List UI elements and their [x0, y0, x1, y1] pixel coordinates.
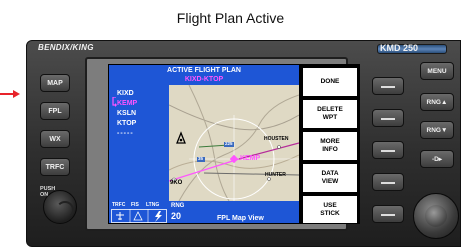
range-value: 20	[171, 211, 182, 221]
fis-status-label: FIS	[131, 202, 139, 208]
map-highway-shield: 225	[225, 141, 233, 146]
fpl-button[interactable]: FPL	[40, 102, 70, 120]
range-up-button[interactable]: RNG▲	[420, 93, 454, 111]
direct-to-button[interactable]: -D▸	[420, 150, 454, 168]
brand-logo: BENDIX/KING	[38, 43, 94, 52]
done-softkey[interactable]: DONE	[303, 68, 357, 96]
softkey-label: INFO	[322, 146, 338, 153]
softkey-label: MORE	[320, 138, 340, 145]
figure-caption: Flight Plan Active	[176, 10, 285, 26]
moving-map: 9KO KEMP HOUSTEN HUNTER 225 35	[169, 85, 299, 201]
softkey-column: DONE DELETE WPT MORE INFO DATA VIEW USE …	[299, 65, 359, 223]
map-view-label: FPL Map View	[217, 215, 264, 222]
menu-button[interactable]: MENU	[420, 62, 454, 80]
pointer-arrow-icon	[0, 90, 20, 98]
softkey-label: STICK	[320, 210, 340, 217]
waypoint-item-active[interactable]: KEMP	[117, 100, 137, 107]
model-label: KMD 250	[380, 43, 419, 53]
softkey-label: VIEW	[321, 178, 339, 185]
wx-button[interactable]: WX	[40, 130, 70, 148]
waypoint-item[interactable]: KSLN	[117, 110, 136, 117]
line-select-key-3[interactable]	[372, 141, 404, 159]
status-annunciators: TRFC FIS LTNG	[109, 201, 169, 223]
range-label: RNG	[171, 203, 185, 209]
more-info-softkey[interactable]: MORE INFO	[303, 132, 357, 160]
line-select-key-4[interactable]	[372, 173, 404, 191]
softkey-label: DELETE	[317, 106, 343, 113]
map-vor-label: HUNTER	[265, 172, 286, 178]
display-screen: ACTIVE FLIGHT PLAN KIXD-KTOP KIXD KEMP K…	[108, 64, 360, 224]
trfc-status-label: TRFC	[112, 202, 126, 208]
empty-waypoint-slot[interactable]: -----	[117, 130, 134, 137]
map-button[interactable]: MAP	[40, 74, 70, 92]
waypoint-list: KIXD KEMP KSLN KTOP -----	[109, 85, 169, 201]
delete-wpt-softkey[interactable]: DELETE WPT	[303, 100, 357, 128]
softkey-label: DATA	[321, 170, 339, 177]
map-airport-label: 9KO	[170, 180, 183, 186]
map-canvas	[169, 85, 299, 201]
range-display: RNG 20 FPL Map View	[169, 201, 299, 223]
joystick-knob[interactable]	[413, 193, 459, 239]
waypoint-item[interactable]: KIXD	[117, 90, 134, 97]
waypoint-item[interactable]: KTOP	[117, 120, 136, 127]
screen-header: ACTIVE FLIGHT PLAN KIXD-KTOP	[109, 65, 299, 85]
softkey-label: DONE	[320, 78, 340, 85]
trfc-button[interactable]: TRFC	[40, 158, 70, 176]
range-down-button[interactable]: RNG▼	[420, 121, 454, 139]
status-icons	[111, 209, 167, 223]
line-select-key-1[interactable]	[372, 77, 404, 95]
map-highway-shield: 35	[198, 156, 204, 161]
power-volume-knob[interactable]	[43, 190, 77, 224]
data-view-softkey[interactable]: DATA VIEW	[303, 164, 357, 192]
line-select-key-5[interactable]	[372, 205, 404, 223]
softkey-label: WPT	[322, 114, 338, 121]
line-select-key-2[interactable]	[372, 109, 404, 127]
softkey-label: USE	[323, 202, 337, 209]
route-label: KIXD-KTOP	[184, 76, 224, 83]
use-stick-softkey[interactable]: USE STICK	[303, 196, 357, 223]
map-vor-label: HOUSTEN	[264, 136, 289, 142]
ltng-status-label: LTNG	[146, 202, 160, 208]
map-waypoint-label: KEMP	[240, 155, 261, 162]
page-title: ACTIVE FLIGHT PLAN	[167, 67, 241, 74]
